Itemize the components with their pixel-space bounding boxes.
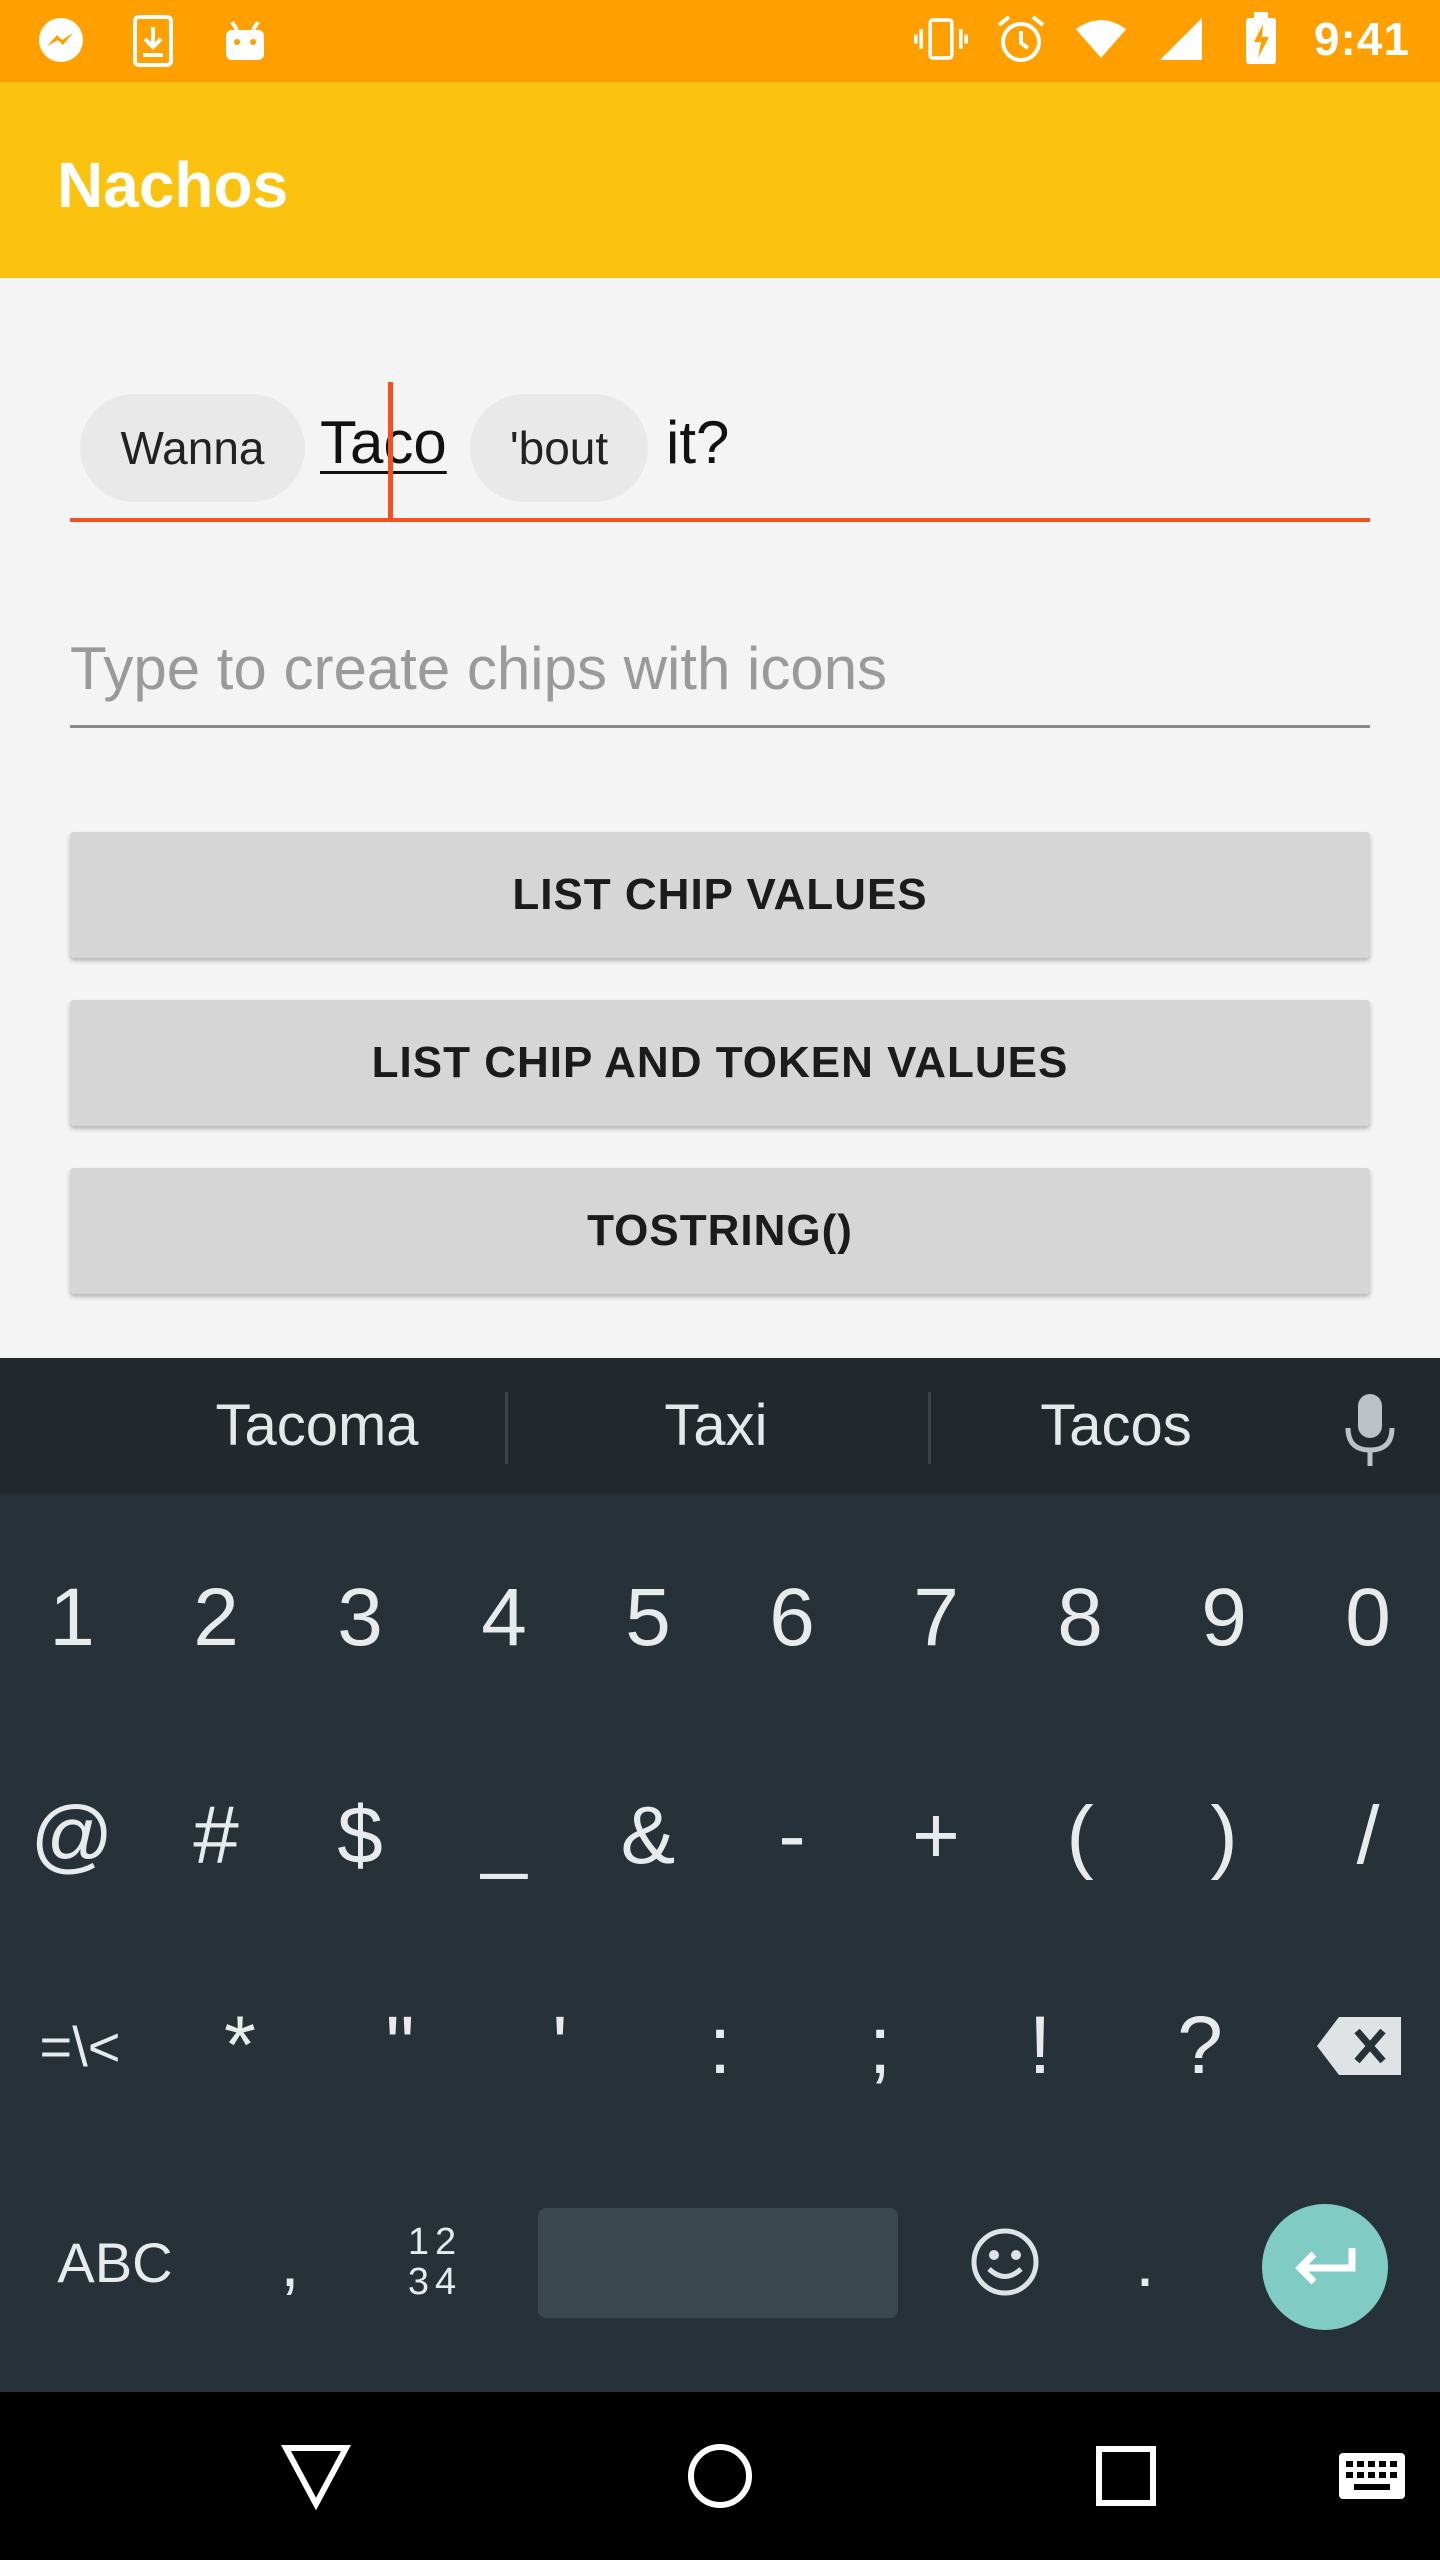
key-abc[interactable]: ABC — [30, 2182, 200, 2342]
key-semicolon[interactable]: ; — [814, 1966, 946, 2126]
key-slash[interactable]: / — [1302, 1756, 1434, 1916]
key-7[interactable]: 7 — [870, 1538, 1002, 1698]
keyboard-switch-icon[interactable] — [1322, 2426, 1422, 2526]
messenger-icon — [34, 14, 88, 68]
keyboard-row-numbers: 1 2 3 4 5 6 7 8 9 0 — [0, 1538, 1440, 1698]
enter-icon[interactable] — [1262, 2204, 1388, 2330]
trailing-text: it? — [666, 409, 730, 476]
list-chip-token-values-button[interactable]: LIST CHIP AND TOKEN VALUES — [70, 1000, 1370, 1126]
suggestion-1[interactable]: Tacoma — [147, 1392, 487, 1459]
back-icon[interactable] — [266, 2426, 366, 2526]
key-left-paren[interactable]: ( — [1014, 1756, 1146, 1916]
key-dollar[interactable]: $ — [294, 1756, 426, 1916]
key-more-symbols[interactable]: =\< — [14, 1966, 146, 2126]
suggestion-divider — [928, 1392, 931, 1464]
numpad-label-top: 12 — [407, 2221, 463, 2263]
signal-icon — [1154, 12, 1208, 66]
key-9[interactable]: 9 — [1158, 1538, 1290, 1698]
home-icon[interactable] — [670, 2426, 770, 2526]
numpad-label-bottom: 34 — [407, 2261, 463, 2303]
active-token: Taco — [320, 409, 447, 476]
keyboard-row-symbols: @ # $ _ & - + ( ) / — [0, 1756, 1440, 1916]
key-6[interactable]: 6 — [726, 1538, 858, 1698]
key-minus[interactable]: - — [726, 1756, 858, 1916]
alarm-icon — [994, 12, 1048, 66]
key-2[interactable]: 2 — [150, 1538, 282, 1698]
key-right-paren[interactable]: ) — [1158, 1756, 1290, 1916]
keyboard-row-symbols-2: =\< * " ' : ; ! ? — [0, 1966, 1440, 2126]
key-at[interactable]: @ — [6, 1756, 138, 1916]
key-colon[interactable]: : — [654, 1966, 786, 2126]
microphone-icon[interactable] — [1340, 1392, 1400, 1472]
status-time: 9:41 — [1313, 13, 1410, 65]
emoji-icon[interactable] — [950, 2182, 1060, 2342]
key-space[interactable] — [538, 2208, 898, 2318]
key-asterisk[interactable]: * — [174, 1966, 306, 2126]
key-numpad[interactable]: 12 34 — [380, 2182, 490, 2342]
key-3[interactable]: 3 — [294, 1538, 426, 1698]
status-bar: 9:41 — [0, 0, 1440, 82]
navigation-bar — [0, 2392, 1440, 2560]
key-4[interactable]: 4 — [438, 1538, 570, 1698]
suggestion-2[interactable]: Taxi — [546, 1392, 886, 1459]
key-5[interactable]: 5 — [582, 1538, 714, 1698]
backspace-icon[interactable] — [1294, 1966, 1426, 2126]
app-bar: Nachos — [0, 82, 1440, 278]
key-hash[interactable]: # — [150, 1756, 282, 1916]
chip-bout[interactable]: 'bout — [470, 394, 648, 502]
key-8[interactable]: 8 — [1014, 1538, 1146, 1698]
text-cursor — [388, 382, 393, 518]
list-chip-values-button[interactable]: LIST CHIP VALUES — [70, 832, 1370, 958]
key-single-quote[interactable]: ' — [494, 1966, 626, 2126]
chip-wanna[interactable]: Wanna — [80, 394, 305, 502]
key-underscore[interactable]: _ — [438, 1756, 570, 1916]
key-period[interactable]: . — [1100, 2182, 1190, 2342]
key-ampersand[interactable]: & — [582, 1756, 714, 1916]
wifi-icon — [1074, 12, 1128, 66]
key-double-quote[interactable]: " — [334, 1966, 466, 2126]
recent-apps-icon[interactable] — [1076, 2426, 1176, 2526]
key-exclamation[interactable]: ! — [974, 1966, 1106, 2126]
tostring-button[interactable]: TOSTRING() — [70, 1168, 1370, 1294]
vibrate-icon — [913, 12, 968, 66]
app-title: Nachos — [57, 149, 289, 221]
key-0[interactable]: 0 — [1302, 1538, 1434, 1698]
key-question[interactable]: ? — [1134, 1966, 1266, 2126]
suggestion-strip: Tacoma Taxi Tacos — [0, 1358, 1440, 1494]
android-icon — [218, 14, 272, 68]
key-comma[interactable]: , — [240, 2182, 340, 2342]
chip-text-field[interactable]: Wanna Taco 'bout it? — [70, 382, 1370, 522]
icon-chip-input[interactable] — [70, 618, 1370, 718]
download-icon — [126, 14, 180, 68]
key-plus[interactable]: + — [870, 1756, 1002, 1916]
main-content: Wanna Taco 'bout it? LIST CHIP VALUES LI… — [0, 278, 1440, 1358]
suggestion-3[interactable]: Tacos — [946, 1392, 1286, 1459]
icon-chip-field[interactable] — [70, 608, 1370, 728]
battery-charging-icon — [1234, 12, 1288, 66]
key-1[interactable]: 1 — [6, 1538, 138, 1698]
suggestion-divider — [505, 1392, 508, 1464]
